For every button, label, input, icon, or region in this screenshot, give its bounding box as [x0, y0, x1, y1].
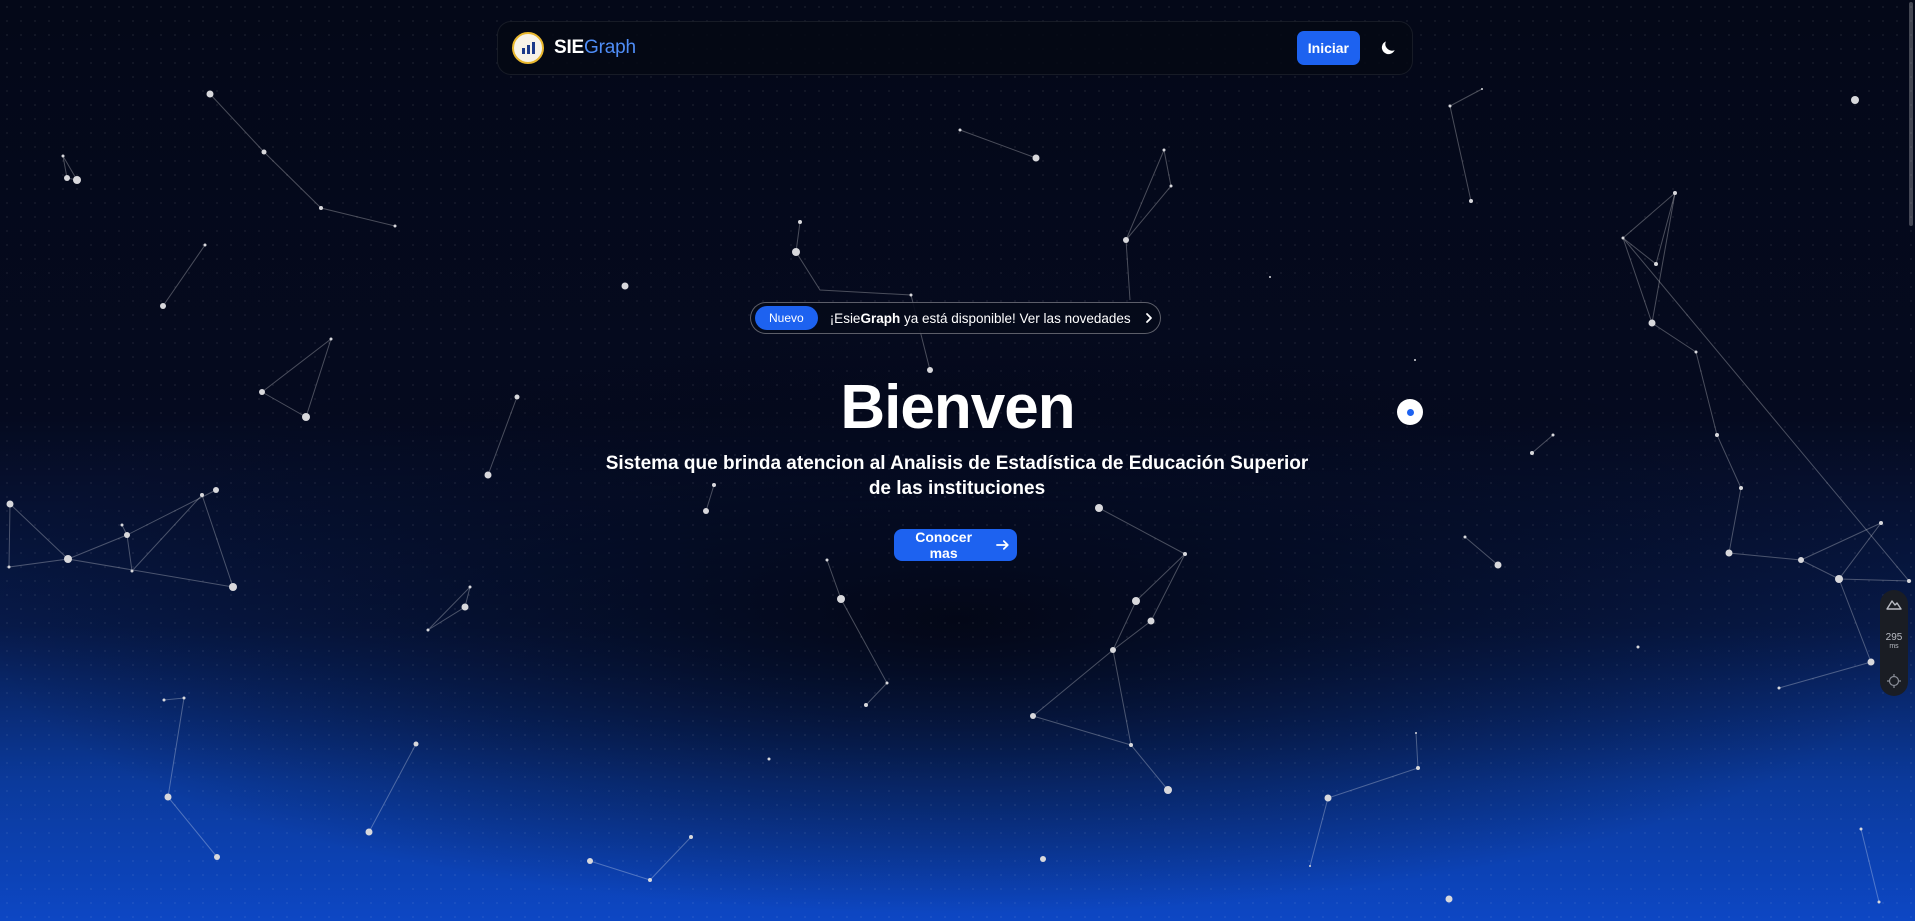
cursor-indicator-center — [1406, 408, 1414, 416]
hero-title: Bienven — [840, 373, 1075, 442]
crosshair-icon[interactable] — [1887, 674, 1901, 688]
latency-unit: ms — [1889, 643, 1899, 650]
brand-name[interactable]: SIEGraph — [554, 37, 636, 59]
brand-accent: Graph — [584, 37, 636, 58]
announcement-text: ¡EsieGraph ya está disponible! Ver las n… — [830, 311, 1131, 326]
learn-more-button[interactable]: Conocer mas — [894, 529, 1017, 561]
latency-readout: 295 ms — [1886, 633, 1903, 651]
moon-icon[interactable] — [1378, 38, 1398, 58]
new-badge: Nuevo — [755, 306, 818, 330]
top-navbar: SIEGraph Iniciar — [497, 21, 1413, 75]
announcement-suffix: ya está disponible! Ver las novedades — [900, 310, 1131, 326]
announcement-bold: Graph — [860, 310, 901, 326]
start-button[interactable]: Iniciar — [1296, 31, 1360, 65]
page-scrollbar[interactable] — [1909, 2, 1913, 226]
cursor-indicator — [1397, 399, 1423, 425]
learn-more-label: Conocer mas — [915, 529, 973, 561]
announcement-pill[interactable]: Nuevo ¡EsieGraph ya está disponible! Ver… — [750, 302, 1161, 334]
siegraph-logo-icon[interactable] — [512, 32, 544, 64]
arrow-right-icon — [996, 540, 1009, 550]
brand-primary: SIE — [554, 37, 585, 58]
hero-subtitle: Sistema que brinda atencion al Analisis … — [605, 453, 1309, 499]
mountain-icon[interactable] — [1886, 598, 1902, 610]
chevron-right-icon — [1145, 313, 1152, 323]
announcement-prefix: ¡Esie — [829, 310, 861, 326]
devtools-widget[interactable]: 295 ms — [1880, 590, 1908, 696]
